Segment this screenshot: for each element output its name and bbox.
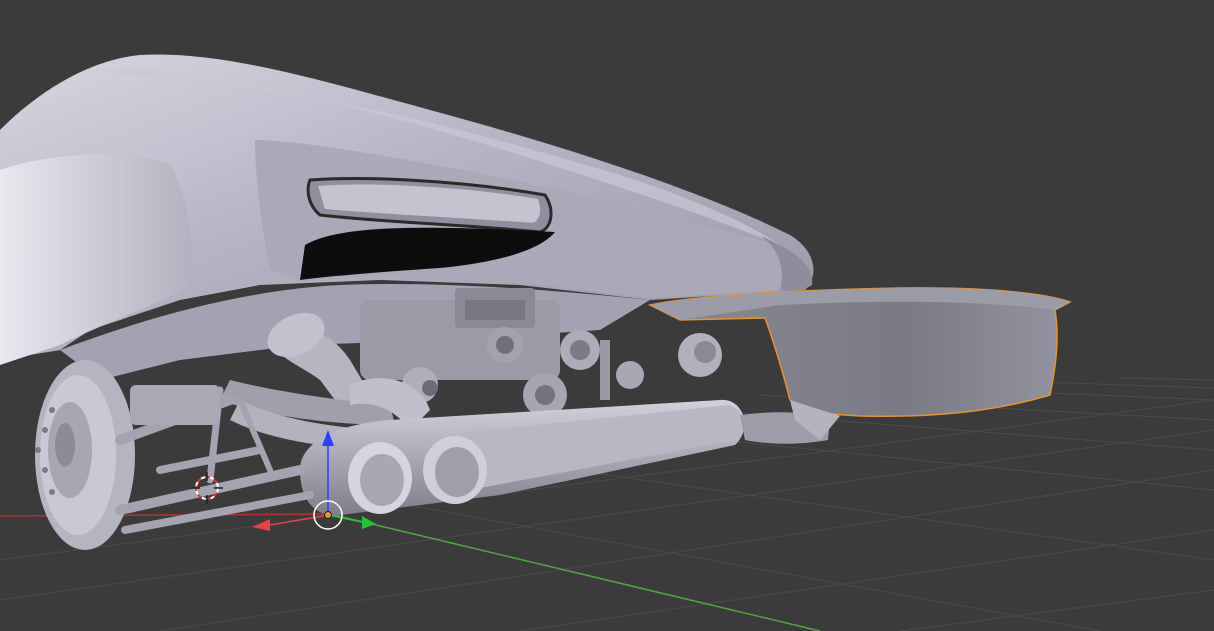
subframe (130, 385, 220, 425)
3d-viewport[interactable] (0, 0, 1214, 631)
gizmo-pivot[interactable] (324, 511, 332, 519)
rear-wheel-hub[interactable] (35, 360, 135, 550)
